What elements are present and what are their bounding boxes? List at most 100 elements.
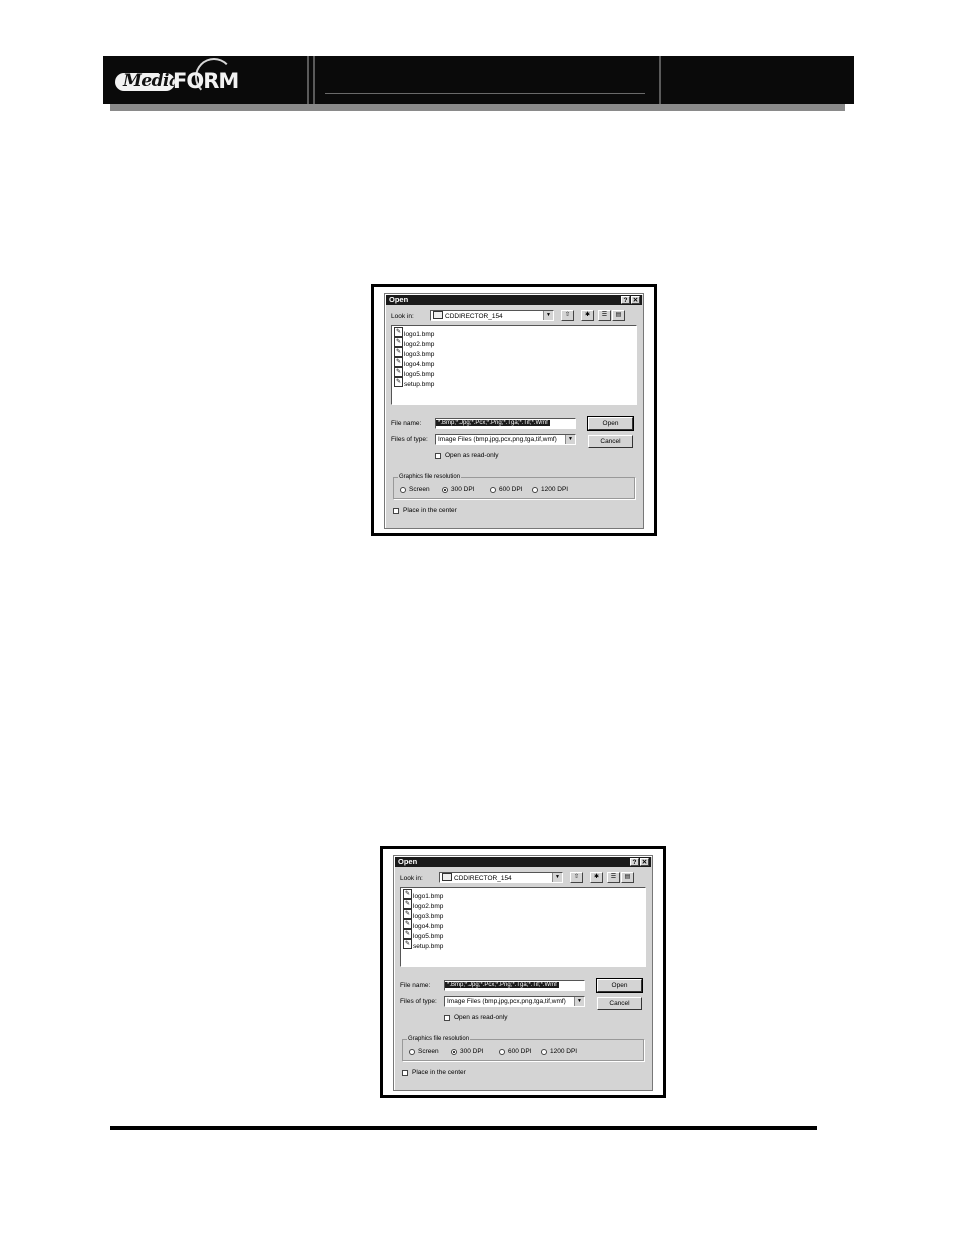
file-name-value: *.Bmp;*.Jpg;*.Pcx;*.Png;*.Tga;*.Tif;*.Wm… — [445, 982, 559, 988]
list-item[interactable]: ✎ setup.bmp — [394, 377, 434, 388]
files-of-type-label: Files of type: — [391, 436, 428, 443]
open-button[interactable]: Open — [587, 416, 634, 431]
dialog-titlebar: Open ? ✕ — [395, 857, 651, 867]
radio-1200-dpi[interactable] — [541, 1049, 547, 1055]
list-item[interactable]: ✎ logo4.bmp — [394, 357, 434, 368]
list-item[interactable]: ✎ logo5.bmp — [403, 929, 443, 940]
read-only-label: Open as read-only — [454, 1014, 508, 1021]
list-view-icon: ☰ — [601, 312, 608, 318]
banner-divider — [659, 56, 661, 104]
banner-divider — [313, 56, 315, 104]
radio-1200-dpi-label: 1200 DPI — [550, 1048, 578, 1055]
folder-icon — [433, 311, 443, 319]
look-in-dropdown[interactable]: CDDIRECTOR_154 ▼ — [439, 872, 563, 883]
file-name-input[interactable]: *.Bmp;*.Jpg;*.Pcx;*.Png;*.Tga;*.Tif;*.Wm… — [444, 980, 585, 991]
files-of-type-dropdown[interactable]: Image Files (bmp,jpg,pcx,png,tga,tif,wmf… — [435, 434, 576, 445]
radio-300-dpi[interactable] — [442, 487, 448, 493]
details-view-icon: ▤ — [624, 874, 631, 880]
image-file-icon: ✎ — [403, 919, 412, 929]
image-file-icon: ✎ — [403, 889, 412, 899]
cancel-button[interactable]: Cancel — [597, 997, 642, 1010]
image-file-icon: ✎ — [394, 367, 403, 377]
screenshot-frame-1: Open ? ✕ Look in: CDDIRECTOR_154 ▼ ⇧ ✱ ☰… — [371, 284, 657, 536]
image-file-icon: ✎ — [403, 909, 412, 919]
list-item[interactable]: ✎ logo1.bmp — [394, 327, 434, 338]
close-button[interactable]: ✕ — [640, 858, 649, 866]
up-folder-icon: ⇧ — [564, 312, 571, 318]
up-one-level-button[interactable]: ⇧ — [561, 310, 574, 321]
radio-600-dpi[interactable] — [490, 487, 496, 493]
read-only-checkbox[interactable] — [444, 1015, 450, 1021]
radio-300-dpi[interactable] — [451, 1049, 457, 1055]
help-button[interactable]: ? — [621, 296, 630, 304]
list-item[interactable]: ✎ logo3.bmp — [403, 909, 443, 920]
place-center-label: Place in the center — [403, 507, 457, 514]
read-only-checkbox[interactable] — [435, 453, 441, 459]
radio-300-dpi-label: 300 DPI — [451, 486, 475, 493]
files-of-type-label: Files of type: — [400, 998, 437, 1005]
list-view-button[interactable]: ☰ — [598, 310, 611, 321]
radio-screen[interactable] — [409, 1049, 415, 1055]
resolution-group: Graphics file resolution Screen 300 DPI … — [393, 473, 635, 499]
open-button[interactable]: Open — [596, 978, 643, 993]
up-one-level-button[interactable]: ⇧ — [570, 872, 583, 883]
radio-600-dpi-label: 600 DPI — [499, 486, 523, 493]
list-item[interactable]: ✎ logo4.bmp — [403, 919, 443, 930]
image-file-icon: ✎ — [403, 899, 412, 909]
new-folder-icon: ✱ — [584, 312, 591, 318]
new-folder-button[interactable]: ✱ — [581, 310, 594, 321]
chevron-down-icon: ▼ — [565, 435, 575, 444]
radio-screen-label: Screen — [418, 1048, 439, 1055]
radio-1200-dpi-label: 1200 DPI — [541, 486, 569, 493]
details-view-button[interactable]: ▤ — [612, 310, 625, 321]
look-in-dropdown[interactable]: CDDIRECTOR_154 ▼ — [430, 310, 554, 321]
files-of-type-dropdown[interactable]: Image Files (bmp,jpg,pcx,png,tga,tif,wmf… — [444, 996, 585, 1007]
list-view-button[interactable]: ☰ — [607, 872, 620, 883]
radio-600-dpi[interactable] — [499, 1049, 505, 1055]
list-item[interactable]: ✎ logo5.bmp — [394, 367, 434, 378]
list-item[interactable]: ✎ logo1.bmp — [403, 889, 443, 900]
chevron-down-icon: ▼ — [552, 873, 562, 882]
resolution-group-label: Graphics file resolution — [398, 473, 462, 481]
image-file-icon: ✎ — [403, 929, 412, 939]
radio-1200-dpi[interactable] — [532, 487, 538, 493]
close-button[interactable]: ✕ — [631, 296, 640, 304]
place-center-checkbox[interactable] — [402, 1070, 408, 1076]
logo-media-text: Media — [123, 71, 180, 91]
details-view-button[interactable]: ▤ — [621, 872, 634, 883]
radio-screen[interactable] — [400, 487, 406, 493]
file-name-label: File name: — [400, 982, 431, 989]
chevron-down-icon: ▼ — [543, 311, 553, 320]
files-of-type-value: Image Files (bmp,jpg,pcx,png,tga,tif,wmf… — [447, 998, 566, 1005]
radio-300-dpi-label: 300 DPI — [460, 1048, 484, 1055]
screenshot-frame-2: Open ? ✕ Look in: CDDIRECTOR_154 ▼ ⇧ ✱ ☰… — [380, 846, 666, 1098]
logo-form-text: FORM — [173, 69, 239, 93]
list-item[interactable]: ✎ setup.bmp — [403, 939, 443, 950]
resolution-group: Graphics file resolution Screen 300 DPI … — [402, 1035, 644, 1061]
header-banner: Media FORM — [103, 56, 854, 104]
file-list: ✎ logo1.bmp ✎ logo2.bmp ✎ logo3.bmp ✎ logo4.… — [391, 325, 637, 405]
dialog-title: Open — [398, 857, 418, 866]
file-name-input[interactable]: *.Bmp;*.Jpg;*.Pcx;*.Png;*.Tga;*.Tif;*.Wm… — [435, 418, 576, 429]
image-file-icon: ✎ — [394, 337, 403, 347]
cancel-button[interactable]: Cancel — [588, 435, 633, 448]
help-button[interactable]: ? — [630, 858, 639, 866]
list-view-icon: ☰ — [610, 874, 617, 880]
look-in-value: CDDIRECTOR_154 — [445, 313, 503, 320]
file-name-label: File name: — [391, 420, 422, 427]
list-item[interactable]: ✎ logo2.bmp — [403, 899, 443, 910]
image-file-icon: ✎ — [394, 327, 403, 337]
open-dialog: Open ? ✕ Look in: CDDIRECTOR_154 ▼ ⇧ ✱ ☰… — [384, 293, 644, 529]
read-only-label: Open as read-only — [445, 452, 499, 459]
banner-title-line — [325, 93, 645, 94]
footer-rule — [110, 1126, 817, 1130]
look-in-value: CDDIRECTOR_154 — [454, 875, 512, 882]
radio-screen-label: Screen — [409, 486, 430, 493]
new-folder-button[interactable]: ✱ — [590, 872, 603, 883]
place-center-checkbox[interactable] — [393, 508, 399, 514]
list-item[interactable]: ✎ logo3.bmp — [394, 347, 434, 358]
list-item[interactable]: ✎ logo2.bmp — [394, 337, 434, 348]
look-in-label: Look in: — [391, 313, 414, 320]
files-of-type-value: Image Files (bmp,jpg,pcx,png,tga,tif,wmf… — [438, 436, 557, 443]
image-file-icon: ✎ — [394, 347, 403, 357]
